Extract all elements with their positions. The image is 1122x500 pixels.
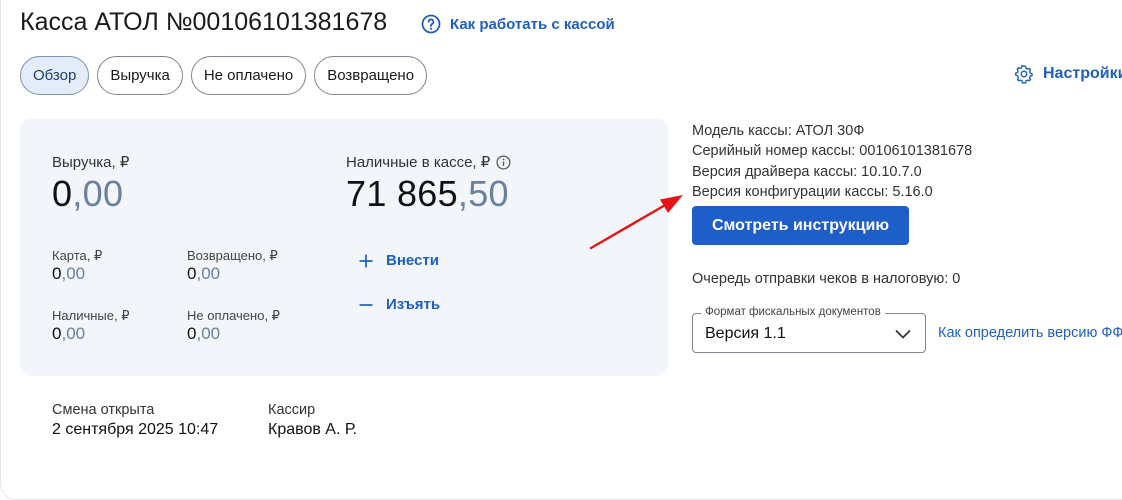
help-link-label: Как работать с кассой <box>450 15 615 33</box>
settings-link[interactable]: Настройки <box>1014 64 1122 84</box>
revenue-value: 0,00 <box>52 173 124 214</box>
cash-label: Наличные, ₽ <box>52 308 130 323</box>
card-label: Карта, ₽ <box>52 248 103 263</box>
shift-opened: Смена открыта 2 сентября 2025 10:47 <box>52 402 218 439</box>
fiscal-format-select[interactable]: Формат фискальных документов Версия 1.1 <box>692 306 926 353</box>
deposit-label: Внести <box>386 252 439 269</box>
receipt-queue-status: Очередь отправки чеков в налоговую: 0 <box>692 271 961 287</box>
returned-value: 0,00 <box>187 264 221 283</box>
cashier: Кассир Кравов А. Р. <box>268 402 357 439</box>
cash-in-register-header: Наличные в кассе, ₽ <box>346 153 511 171</box>
view-instruction-button[interactable]: Смотреть инструкцию <box>692 206 909 245</box>
shift-opened-label: Смена открыта <box>52 402 155 418</box>
cashier-label: Кассир <box>268 402 316 418</box>
register-info: Модель кассы: АТОЛ 30Ф Серийный номер ка… <box>692 121 972 202</box>
settings-label: Настройки <box>1043 65 1122 82</box>
model-info: Модель кассы: АТОЛ 30Ф <box>692 123 865 139</box>
tab-revenue[interactable]: Выручка <box>97 56 183 95</box>
cash-value: 0,00 <box>52 324 86 343</box>
config-info: Версия конфигурации кассы: 5.16.0 <box>692 183 933 200</box>
how-to-determine-version-link[interactable]: Как определить версию ФФД <box>938 325 1122 341</box>
serial-info: Серийный номер кассы: 00106101381678 <box>692 143 973 160</box>
unpaid-value: 0,00 <box>187 324 221 343</box>
tab-bar: Обзор Выручка Не оплачено Возвращено <box>20 56 428 95</box>
chevron-down-icon <box>895 327 911 345</box>
tab-returned[interactable]: Возвращено <box>314 56 428 95</box>
info-icon[interactable] <box>496 155 511 170</box>
cash-in-register-label: Наличные в кассе, ₽ <box>346 154 491 171</box>
minus-icon <box>358 297 374 313</box>
summary-panel: Выручка, ₽ 0,00 Карта, ₽ 0,00 Возвращено… <box>20 119 668 376</box>
gear-icon <box>1014 64 1034 84</box>
cashier-value: Кравов А. Р. <box>268 421 357 438</box>
annotation-arrow-icon <box>589 195 683 250</box>
driver-info: Версия драйвера кассы: 10.10.7.0 <box>692 163 922 180</box>
cash-in-register-value: 71 865,50 <box>346 173 509 214</box>
shift-opened-value: 2 сентября 2025 10:47 <box>52 421 219 438</box>
page-title: Касса АТОЛ №00106101381678 <box>20 8 388 36</box>
unpaid-label: Не оплачено, ₽ <box>187 308 280 323</box>
card-value: 0,00 <box>52 264 86 283</box>
help-link[interactable]: Как работать с кассой <box>421 14 615 34</box>
question-circle-icon <box>421 14 441 34</box>
tab-overview[interactable]: Обзор <box>20 56 90 95</box>
tab-unpaid[interactable]: Не оплачено <box>190 56 307 95</box>
withdraw-label: Изъять <box>386 296 441 313</box>
returned-label: Возвращено, ₽ <box>187 248 278 263</box>
deposit-button[interactable]: Внести <box>358 252 439 269</box>
fiscal-format-legend: Формат фискальных документов <box>701 306 885 318</box>
revenue-label: Выручка, ₽ <box>52 154 130 171</box>
fiscal-format-value: Версия 1.1 <box>705 325 786 342</box>
plus-icon <box>358 253 374 269</box>
withdraw-button[interactable]: Изъять <box>358 296 440 313</box>
